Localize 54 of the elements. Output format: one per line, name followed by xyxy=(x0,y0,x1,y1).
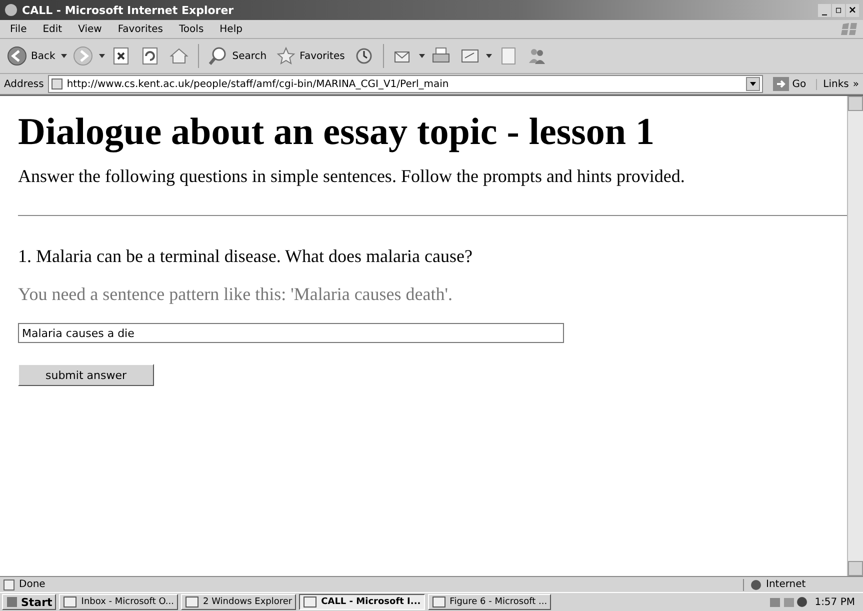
hint-text: You need a sentence pattern like this: 'Malaria causes death'. xyxy=(18,284,454,305)
stop-icon xyxy=(111,46,132,66)
window-icon xyxy=(185,595,200,609)
question-text: 1. Malaria can be a terminal disease. What does malaria cause? xyxy=(18,246,474,267)
back-button[interactable]: Back xyxy=(4,44,58,68)
more-button[interactable]: » xyxy=(852,78,859,90)
caret-icon[interactable] xyxy=(99,54,106,58)
links-button[interactable]: Links xyxy=(823,78,849,90)
menu-item[interactable]: View xyxy=(70,24,110,34)
start-button[interactable]: Start xyxy=(2,594,56,610)
menu-item[interactable]: Help xyxy=(212,24,250,34)
taskbar-button[interactable]: Figure 6 - Microsoft ... xyxy=(428,594,552,610)
search-icon xyxy=(208,46,228,66)
caret-icon[interactable] xyxy=(486,54,492,58)
menu-item[interactable]: Edit xyxy=(34,24,70,34)
window-icon xyxy=(303,595,318,609)
globe-icon xyxy=(750,578,762,590)
page-heading: Dialogue about an essay topic - lesson 1 xyxy=(18,110,656,154)
clock-text: 1:57 PM xyxy=(814,596,855,608)
refresh-icon xyxy=(140,46,160,66)
window-title: CALL - Microsoft Internet Explorer xyxy=(22,4,235,16)
tray-icon[interactable] xyxy=(768,595,809,609)
menu-item[interactable]: Favorites xyxy=(110,24,172,34)
address-field[interactable]: http://www.cs.kent.ac.uk/people/staff/amf/cgi-bin/MARINA_CGI_V1/Perl_main xyxy=(48,75,764,93)
browser-logo-icon xyxy=(4,3,18,17)
house-icon xyxy=(169,46,190,66)
go-button[interactable]: Go xyxy=(767,76,812,92)
address-label: Address xyxy=(4,78,44,90)
maximize-button[interactable]: ▫ xyxy=(832,4,845,16)
search-button[interactable]: Search xyxy=(205,44,270,68)
taskbar-button[interactable]: Inbox - Microsoft O... xyxy=(59,594,178,610)
taskbar-button[interactable]: CALL - Microsoft I... xyxy=(299,594,425,610)
zone-text: Internet xyxy=(766,579,806,590)
submit-button[interactable]: submit answer xyxy=(18,364,154,386)
close-button[interactable]: × xyxy=(846,4,859,16)
favorites-button[interactable]: Favorites xyxy=(272,44,348,68)
menu-item[interactable]: Tools xyxy=(171,24,212,34)
windows-flag-icon xyxy=(6,596,18,608)
caret-icon[interactable] xyxy=(61,54,68,58)
window-icon xyxy=(63,595,78,609)
window-icon xyxy=(432,595,446,609)
star-icon xyxy=(276,46,296,66)
status-text: Done xyxy=(19,579,46,590)
scrollbar[interactable] xyxy=(847,96,863,576)
menu-item[interactable]: File xyxy=(2,24,35,34)
answer-field[interactable]: Malaria causes a die xyxy=(18,323,564,343)
instructions-text: Answer the following questions in simple sentences. Follow the prompts and hints provided. xyxy=(18,166,686,187)
minimize-button[interactable]: _ xyxy=(818,4,831,16)
page-icon xyxy=(3,578,15,590)
page-icon xyxy=(50,78,63,90)
clock-icon xyxy=(354,46,374,66)
people-icon xyxy=(526,46,547,66)
taskbar-button[interactable]: 2 Windows Explorer xyxy=(181,594,296,610)
caret-icon[interactable] xyxy=(418,54,425,58)
